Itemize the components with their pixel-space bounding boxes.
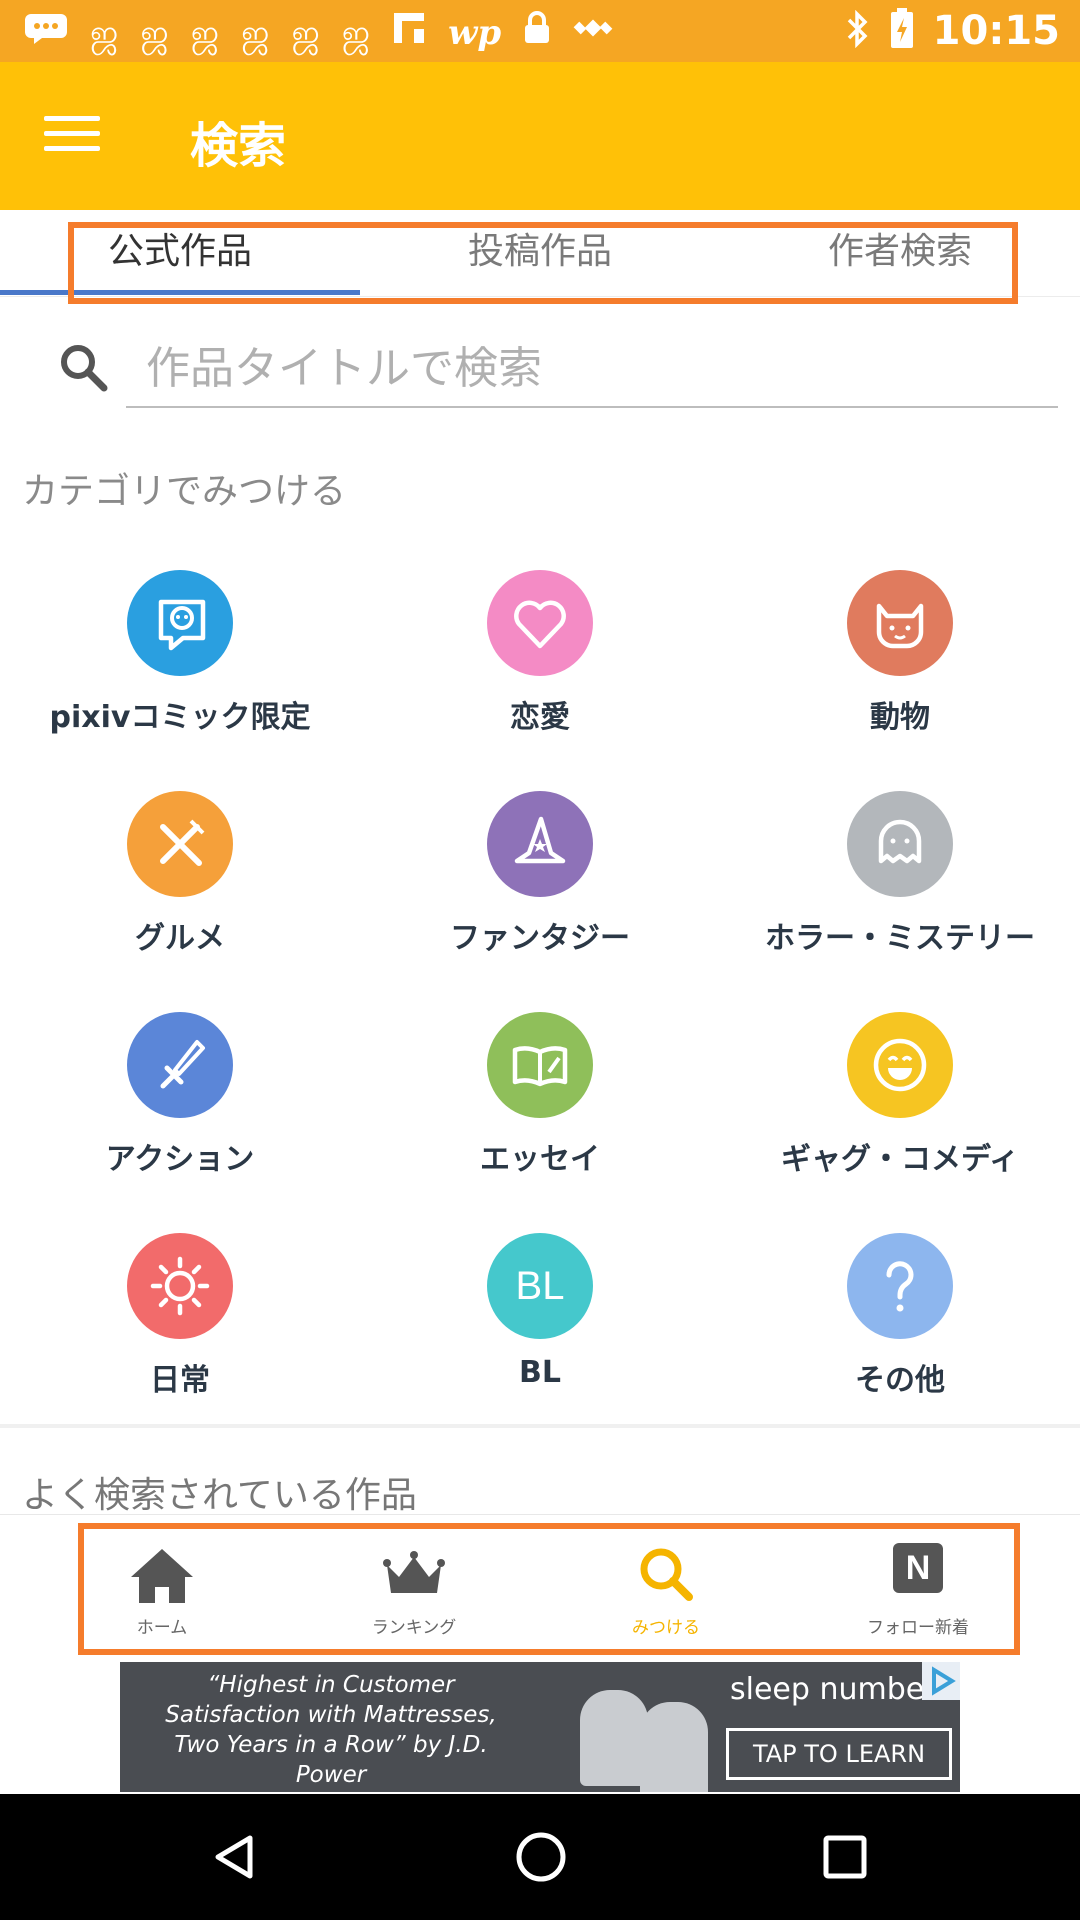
category-label: グルメ [135,921,225,956]
award-trophy-icon [640,1702,708,1792]
sync-icon: ஜ [140,12,169,53]
crown-icon [379,1543,449,1607]
ad-quote: “Highest in Customer Satisfaction with M… [165,1672,497,1788]
flipboard-icon [392,11,426,54]
laughing-face-icon [847,1012,953,1118]
category-other[interactable]: その他 [720,1213,1080,1413]
book-icon [487,1012,593,1118]
clock: 10:15 [932,8,1060,54]
new-n-icon: N [883,1543,953,1607]
recent-apps-icon[interactable] [820,1832,870,1882]
category-label: ギャグ・コメディ [781,1142,1019,1177]
category-label: 恋愛 [510,700,570,735]
notification-icons: ஜ ஜ ஜ ஜ ஜ ஜ wp [24,10,613,55]
status-bar: ஜ ஜ ஜ ஜ ஜ ஜ wp 10:15 [0,0,1080,62]
tab-label: 公式作品 [107,231,252,272]
search-icon [61,345,108,392]
nav-label: フォロー新着 [867,1618,969,1638]
search-tabs: 公式作品 投稿作品 作者検索 [0,212,1080,297]
category-label: その他 [855,1363,945,1398]
sync-icon: ஜ [241,12,270,53]
search-bar [0,320,1080,420]
back-icon[interactable] [210,1832,260,1882]
popular-section-title: よく検索されている作品 [22,1475,417,1516]
new-n-icon-text: N [893,1543,943,1593]
system-status: 10:15 [845,8,1060,54]
sun-icon [127,1233,233,1339]
category-label: ホラー・ミステリー [765,921,1035,956]
search-input[interactable] [126,330,1058,408]
pixiv-comic-icon [127,570,233,676]
battery-charging-icon [889,8,915,54]
ad-choices-icon[interactable] [922,1662,960,1700]
nav-home[interactable]: ホーム [36,1515,288,1665]
cat-icon [847,570,953,676]
sync-icon: ஜ [190,12,220,53]
category-pixiv-comic[interactable]: pixivコミック限定 [0,550,360,750]
category-label: ファンタジー [450,921,630,956]
wp-icon: wp [448,12,502,53]
bottom-nav: ホーム ランキング みつける N フォロー新着 [0,1514,1080,1665]
page-title: 検索 [190,118,287,174]
category-action[interactable]: アクション [0,992,360,1192]
bluetooth-icon [845,9,871,52]
sync-icon: ஜ [341,12,371,53]
category-gag-comedy[interactable]: ギャグ・コメディ [720,992,1080,1192]
system-navigation-bar [0,1794,1080,1920]
bl-icon: BL [487,1233,593,1339]
home-icon [127,1543,197,1607]
sword-icon [127,1012,233,1118]
hamburger-menu-icon[interactable] [44,116,100,156]
fake-gps-icon [573,10,613,55]
category-horror-mystery[interactable]: ホラー・ミステリー [720,771,1080,971]
category-daily-life[interactable]: 日常 [0,1213,360,1413]
category-label: pixivコミック限定 [49,700,311,735]
category-label: 日常 [150,1363,210,1398]
ad-cta-button[interactable]: TAP TO LEARN [726,1728,952,1780]
sync-icon: ஜ [291,12,320,53]
ghost-icon [847,791,953,897]
nav-ranking[interactable]: ランキング [288,1515,540,1665]
category-label: BL [519,1355,561,1390]
section-divider [0,1424,1080,1428]
award-trophy-icon [580,1690,648,1786]
app-bar: 検索 [0,62,1080,210]
category-essay[interactable]: エッセイ [360,992,720,1192]
category-romance[interactable]: 恋愛 [360,550,720,750]
tab-label: 作者検索 [827,231,972,272]
search-icon [631,1543,701,1607]
ad-banner[interactable]: “Highest in Customer Satisfaction with M… [120,1662,960,1792]
sync-icon: ஜ [90,12,119,53]
wizard-hat-icon [487,791,593,897]
category-label: アクション [105,1142,255,1177]
question-icon [847,1233,953,1339]
fork-knife-icon [127,791,233,897]
nav-label: ランキング [371,1618,457,1638]
tab-author-search[interactable]: 作者検索 [720,212,1080,292]
lock-icon [523,11,551,54]
home-button-icon[interactable] [514,1830,568,1884]
category-label: エッセイ [480,1142,600,1177]
nav-discover[interactable]: みつける [540,1515,792,1665]
category-section-title: カテゴリでみつける [22,471,347,512]
category-bl[interactable]: BL BL [360,1213,720,1413]
nav-label: ホーム [136,1618,188,1638]
active-tab-indicator [0,290,360,295]
category-gourmet[interactable]: グルメ [0,771,360,971]
message-icon [24,12,68,53]
category-label: 動物 [870,700,930,735]
tab-official-works[interactable]: 公式作品 [0,212,360,292]
tab-label: 投稿作品 [467,231,612,272]
nav-follow-new[interactable]: N フォロー新着 [792,1515,1044,1665]
nav-label: みつける [632,1618,700,1638]
tab-posted-works[interactable]: 投稿作品 [360,212,720,292]
ad-brand: sleep number [730,1672,937,1707]
bl-icon-text: BL [515,1264,565,1308]
category-fantasy[interactable]: ファンタジー [360,771,720,971]
category-animals[interactable]: 動物 [720,550,1080,750]
heart-icon [487,570,593,676]
